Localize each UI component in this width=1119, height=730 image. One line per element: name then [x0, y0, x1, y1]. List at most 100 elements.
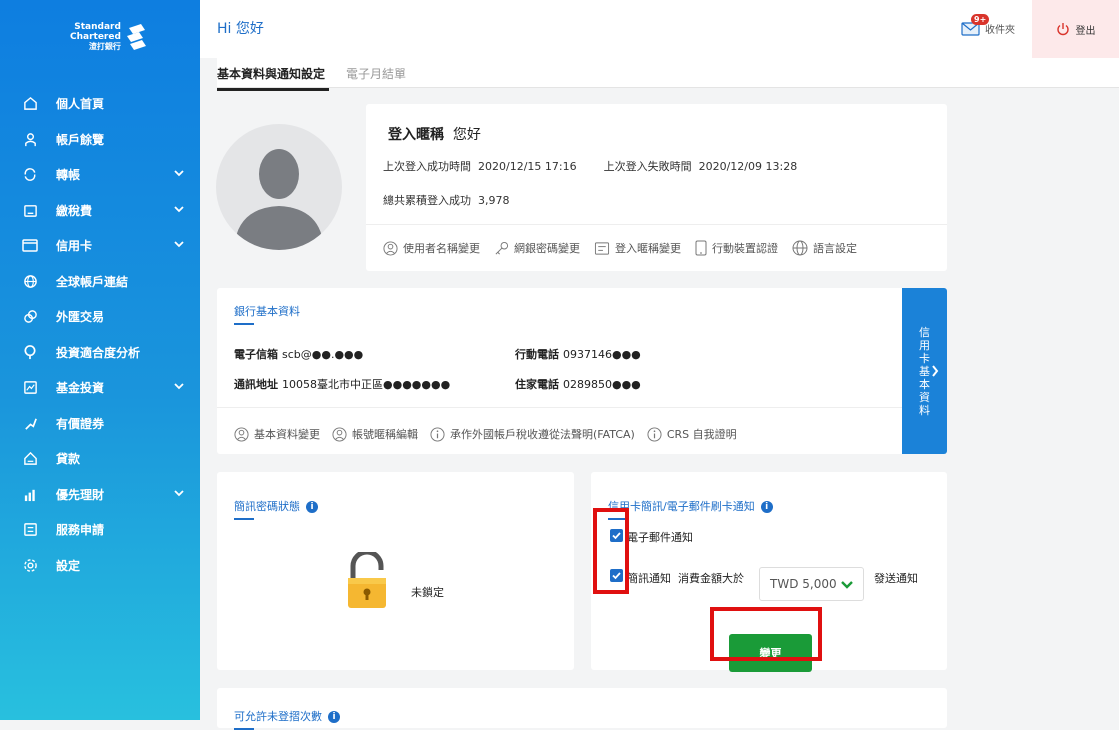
user-circle-icon [332, 426, 347, 442]
info-icon[interactable]: i [328, 711, 340, 723]
sidebar-item-label: 帳戶餘覽 [56, 132, 105, 147]
address-value: 10058臺北市中正區●●●●●●● [282, 378, 451, 391]
chevron-down-icon [174, 205, 184, 212]
unlocked-padlock-icon [348, 552, 386, 608]
analysis-icon [22, 344, 38, 360]
fatca-link[interactable]: 承作外國帳戶稅收遵從法聲明(FATCA) [430, 426, 635, 442]
language-link[interactable]: 語言設定 [792, 240, 857, 256]
total-login-value: 3,978 [478, 194, 510, 207]
info-icon[interactable]: i [306, 501, 318, 513]
priority-icon [22, 486, 38, 502]
amount-select[interactable]: TWD 5,000 [759, 567, 864, 601]
unlogged-card: 可允許未登摺次數 i [217, 688, 947, 730]
logo[interactable]: Standard Chartered 渣打銀行 [70, 22, 148, 52]
divider [217, 407, 907, 408]
sidebar-item-loan[interactable]: 貸款 [0, 441, 200, 477]
user-circle-icon [383, 240, 398, 256]
sidebar-item-label: 設定 [56, 558, 81, 573]
credit-card-info-tab[interactable]: 信 用 卡 基 本 資 料 [902, 288, 947, 454]
sidebar-item-global[interactable]: 全球帳戶連結 [0, 264, 200, 300]
login-times: 上次登入成功時間 2020/12/15 17:16 上次登入失敗時間 2020/… [383, 158, 797, 174]
tab-basic-info[interactable]: 基本資料與通知設定 [217, 65, 329, 91]
sidebar-item-label: 轉帳 [56, 168, 81, 183]
home-phone-value: 0289850●●● [563, 378, 641, 391]
change-password-link[interactable]: 網銀密碼變更 [494, 240, 580, 256]
globe-icon [792, 240, 808, 256]
mobile-icon [695, 240, 707, 256]
bank-info-title: 銀行基本資料 [234, 305, 300, 325]
sidebar-menu: 個人首頁 帳戶餘覽 轉帳 繳稅費 信用卡 全球帳戶連結 外匯交易 投資適合度分析… [0, 86, 200, 583]
sidebar-item-priority[interactable]: 優先理財 [0, 477, 200, 513]
sidebar: Standard Chartered 渣打銀行 個人首頁 帳戶餘覽 轉帳 繳稅費… [0, 0, 200, 720]
fund-icon [22, 380, 38, 396]
sidebar-item-label: 繳稅費 [56, 203, 93, 218]
nickname-line: 登入暱稱 您好 [388, 124, 481, 144]
nickname-label: 登入暱稱 [388, 127, 444, 143]
crs-link[interactable]: CRS 自我證明 [647, 426, 737, 442]
sidebar-item-label: 全球帳戶連結 [56, 274, 129, 289]
info-circle-icon [647, 426, 662, 442]
unlogged-title: 可允許未登摺次數 i [234, 708, 340, 730]
bank-info-card: 銀行基本資料 電子信箱 scb@●●.●●● 行動電話 0937146●●● 通訊地… [217, 288, 907, 454]
sidebar-item-accounts[interactable]: 帳戶餘覽 [0, 122, 200, 158]
sidebar-item-bills[interactable]: 繳稅費 [0, 193, 200, 229]
edit-account-nickname-link[interactable]: 帳號暱稱編輯 [332, 426, 418, 442]
logout-button[interactable]: 登出 [1032, 0, 1119, 58]
top-header: Hi 您好 9+ 收件夾 登出 [200, 0, 1119, 58]
tab-e-statement[interactable]: 電子月結單 [346, 65, 406, 82]
sidebar-item-label: 基金投資 [56, 381, 105, 396]
inbox-button[interactable]: 9+ 收件夾 [961, 14, 1015, 36]
sidebar-item-credit-card[interactable]: 信用卡 [0, 228, 200, 264]
sidebar-item-settings[interactable]: 設定 [0, 548, 200, 584]
fx-icon [22, 309, 38, 325]
logo-mark-icon [126, 24, 146, 50]
change-nickname-link[interactable]: 登入暱稱變更 [594, 240, 681, 256]
loan-icon [22, 451, 38, 467]
sidebar-item-label: 貸款 [56, 452, 81, 467]
sidebar-item-label: 服務申請 [56, 523, 105, 538]
sms-lock-status: 未鎖定 [411, 586, 444, 599]
mobile-row: 行動電話 0937146●●● [515, 348, 641, 361]
sidebar-item-fx[interactable]: 外匯交易 [0, 299, 200, 335]
address-row: 通訊地址 10058臺北市中正區●●●●●●● [234, 378, 451, 391]
logout-label: 登出 [1075, 25, 1096, 37]
amount-prefix: 消費金額大於 [678, 572, 744, 585]
logo-text: Standard Chartered 渣打銀行 [70, 22, 121, 52]
change-username-link[interactable]: 使用者名稱變更 [383, 240, 480, 256]
gear-icon [22, 557, 38, 573]
brand-line3: 渣打銀行 [88, 42, 121, 51]
sms-lock-card: 簡訊密碼狀態 i 未鎖定 [217, 472, 574, 670]
bill-icon [22, 202, 38, 218]
divider [366, 224, 947, 225]
mobile-value: 0937146●●● [563, 348, 641, 361]
sidebar-item-analysis[interactable]: 投資適合度分析 [0, 335, 200, 371]
securities-icon [22, 415, 38, 431]
email-row: 電子信箱 scb@●●.●●● [234, 348, 364, 361]
chevron-down-icon [174, 170, 184, 177]
sidebar-item-home[interactable]: 個人首頁 [0, 86, 200, 122]
sidebar-item-securities[interactable]: 有價證券 [0, 406, 200, 442]
sidebar-item-label: 有價證券 [56, 416, 105, 431]
sidebar-item-transfer[interactable]: 轉帳 [0, 157, 200, 193]
device-auth-link[interactable]: 行動裝置認證 [695, 240, 778, 256]
chevron-down-icon [841, 581, 853, 589]
last-login-value: 2020/12/15 17:16 [478, 160, 577, 173]
sidebar-item-service[interactable]: 服務申請 [0, 512, 200, 548]
home-icon [22, 96, 38, 112]
credit-card-icon [22, 238, 38, 254]
last-fail-value: 2020/12/09 13:28 [698, 160, 798, 173]
sidebar-item-label: 外匯交易 [56, 310, 105, 325]
total-login-label: 總共累積登入成功 [383, 194, 471, 207]
highlight-box-checkboxes [593, 508, 629, 594]
inbox-badge: 9+ [971, 14, 990, 25]
last-fail-label: 上次登入失敗時間 [603, 160, 692, 173]
chevron-down-icon [174, 241, 184, 248]
profile-card: 登入暱稱 您好 上次登入成功時間 2020/12/15 17:16 上次登入失敗… [366, 104, 947, 271]
chevron-down-icon [174, 383, 184, 390]
email-notify-label: 電子郵件通知 [627, 531, 693, 544]
user-circle-icon [234, 426, 249, 442]
edit-basic-info-link[interactable]: 基本資料變更 [234, 426, 320, 442]
highlight-box-submit [710, 607, 822, 661]
info-icon[interactable]: i [760, 501, 773, 513]
sidebar-item-fund[interactable]: 基金投資 [0, 370, 200, 406]
